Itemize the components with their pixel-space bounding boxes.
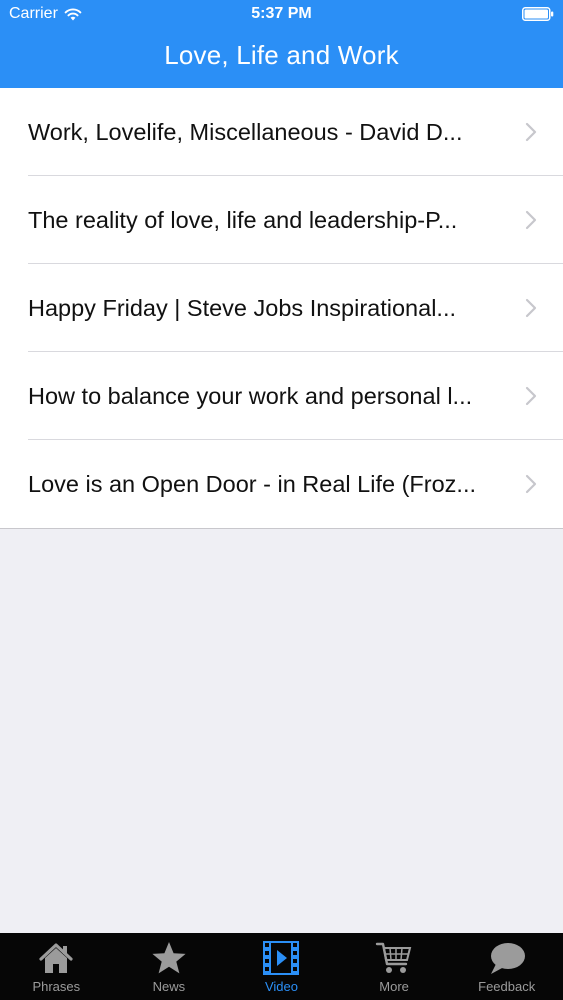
status-bar: Carrier 5:37 PM	[0, 0, 563, 30]
chevron-right-icon	[525, 474, 537, 494]
list-item-title: Work, Lovelife, Miscellaneous - David D.…	[28, 118, 463, 145]
chevron-right-icon	[525, 122, 537, 142]
list-item[interactable]: The reality of love, life and leadership…	[0, 176, 563, 264]
tab-more[interactable]: More	[338, 933, 451, 1000]
list-item-title: Happy Friday | Steve Jobs Inspirational.…	[28, 294, 457, 321]
tab-label: Feedback	[478, 979, 536, 994]
chevron-right-icon	[525, 386, 537, 406]
tab-label: Phrases	[32, 979, 81, 994]
status-time: 5:37 PM	[251, 5, 312, 22]
tab-news[interactable]: News	[113, 933, 226, 1000]
cart-icon	[375, 942, 412, 973]
tab-label: Video	[264, 979, 298, 994]
tab-label: News	[152, 979, 186, 994]
list-item[interactable]: Work, Lovelife, Miscellaneous - David D.…	[0, 88, 563, 176]
film-icon	[263, 941, 300, 975]
list-item-title: Love is an Open Door - in Real Life (Fro…	[28, 470, 477, 497]
chevron-right-icon	[525, 298, 537, 318]
tab-bar: Phrases News Video More Feedback	[0, 933, 563, 1000]
star-icon	[152, 942, 186, 974]
speech-bubble-icon	[490, 943, 525, 974]
tab-label: More	[379, 979, 409, 994]
list-item[interactable]: Happy Friday | Steve Jobs Inspirational.…	[0, 264, 563, 352]
tab-phrases[interactable]: Phrases	[0, 933, 113, 1000]
tab-feedback[interactable]: Feedback	[450, 933, 563, 1000]
navigation-bar: Carrier 5:37 PM Love, Life and Work	[0, 0, 563, 88]
list-item-title: How to balance your work and personal l.…	[28, 382, 473, 409]
list-item[interactable]: Love is an Open Door - in Real Life (Fro…	[0, 440, 563, 528]
tab-video[interactable]: Video	[225, 933, 338, 1000]
list-item-title: The reality of love, life and leadership…	[28, 206, 458, 233]
house-icon	[39, 943, 73, 973]
chevron-right-icon	[525, 210, 537, 230]
page-title: Love, Life and Work	[164, 40, 399, 70]
battery-icon	[522, 7, 554, 21]
list-item[interactable]: How to balance your work and personal l.…	[0, 352, 563, 440]
video-list: Work, Lovelife, Miscellaneous - David D.…	[0, 88, 563, 529]
